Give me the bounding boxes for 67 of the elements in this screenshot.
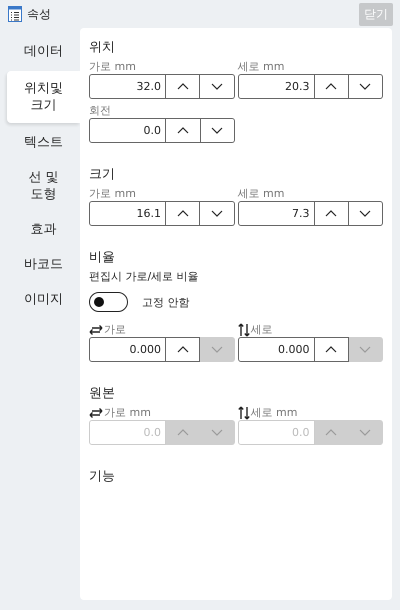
- chevron-up-icon: [325, 210, 338, 217]
- chevron-up-icon: [176, 346, 189, 353]
- vertical-arrows-icon: [238, 406, 250, 420]
- decrement-button[interactable]: [200, 118, 235, 143]
- increment-button[interactable]: [166, 337, 200, 362]
- section-title: 크기: [89, 166, 116, 183]
- section-title: 원본: [89, 385, 116, 402]
- chevron-up-icon: [176, 83, 189, 90]
- sidebar-tab[interactable]: 선 및 도형: [7, 162, 80, 210]
- chevron-up-icon: [325, 83, 338, 90]
- decrement-button[interactable]: [200, 201, 234, 226]
- panel-title: 속성: [27, 6, 51, 22]
- field-label: 세로 mm: [238, 186, 284, 201]
- chevron-up-icon: [176, 210, 189, 217]
- number-field[interactable]: 16.1: [89, 201, 166, 226]
- chevron-down-icon: [359, 83, 372, 90]
- increment-button[interactable]: [166, 118, 200, 143]
- chevron-up-icon: [325, 346, 338, 353]
- chevron-up-icon: [176, 127, 189, 134]
- toggle-label: 고정 안함: [142, 294, 190, 310]
- chevron-down-icon: [210, 429, 223, 436]
- number-field[interactable]: 7.3: [238, 201, 314, 226]
- horizontal-arrows-icon: [89, 408, 103, 418]
- chevron-up-icon: [325, 429, 338, 436]
- chevron-down-icon: [210, 83, 223, 90]
- section-title: 기능: [89, 468, 116, 485]
- list-icon: [8, 6, 22, 22]
- sidebar-tab[interactable]: 위치및 크기: [7, 71, 80, 123]
- number-field[interactable]: 32.0: [89, 74, 166, 99]
- section-title: 비율: [89, 249, 116, 266]
- field-label: 세로 mm: [238, 59, 284, 74]
- number-field[interactable]: 0.0: [89, 118, 166, 143]
- vertical-arrows-icon: [238, 322, 250, 336]
- toggle-switch[interactable]: [89, 292, 128, 312]
- chevron-up-icon: [176, 429, 189, 436]
- horizontal-arrows-icon: [89, 324, 103, 334]
- decrement-button[interactable]: [348, 74, 383, 99]
- field-label: 세로: [250, 322, 272, 337]
- chevron-down-icon: [211, 127, 224, 134]
- sidebar-tab[interactable]: 이미지: [7, 284, 80, 315]
- sidebar-tab[interactable]: 바코드: [7, 249, 80, 280]
- number-field[interactable]: 0.000: [238, 337, 314, 362]
- decrement-button[interactable]: [348, 201, 383, 226]
- increment-button[interactable]: [166, 74, 200, 99]
- chevron-down-icon: [359, 210, 372, 217]
- increment-button[interactable]: [314, 201, 349, 226]
- field-label: 가로 mm: [104, 405, 151, 420]
- increment-button[interactable]: [166, 201, 200, 226]
- field-label: 세로 mm: [250, 405, 298, 420]
- sidebar-tab[interactable]: 텍스트: [7, 127, 80, 158]
- field-label: 가로 mm: [89, 186, 136, 201]
- section-title: 위치: [89, 39, 116, 56]
- field-label: 회전: [89, 103, 111, 118]
- field-label: 가로 mm: [89, 59, 136, 74]
- chevron-down-icon: [359, 346, 372, 353]
- chevron-down-icon: [359, 429, 372, 436]
- section-description: 편집시 가로/세로 비율: [89, 269, 200, 284]
- increment-button[interactable]: [314, 337, 349, 362]
- increment-button[interactable]: [314, 74, 349, 99]
- sidebar-tab[interactable]: 데이터: [7, 36, 80, 67]
- number-field[interactable]: 0.000: [89, 337, 166, 362]
- sidebar-tab[interactable]: 효과: [7, 214, 80, 245]
- chevron-down-icon: [210, 346, 223, 353]
- number-field[interactable]: 20.3: [238, 74, 314, 99]
- chevron-down-icon: [210, 210, 223, 217]
- field-label: 가로: [104, 322, 126, 337]
- decrement-button[interactable]: [200, 74, 234, 99]
